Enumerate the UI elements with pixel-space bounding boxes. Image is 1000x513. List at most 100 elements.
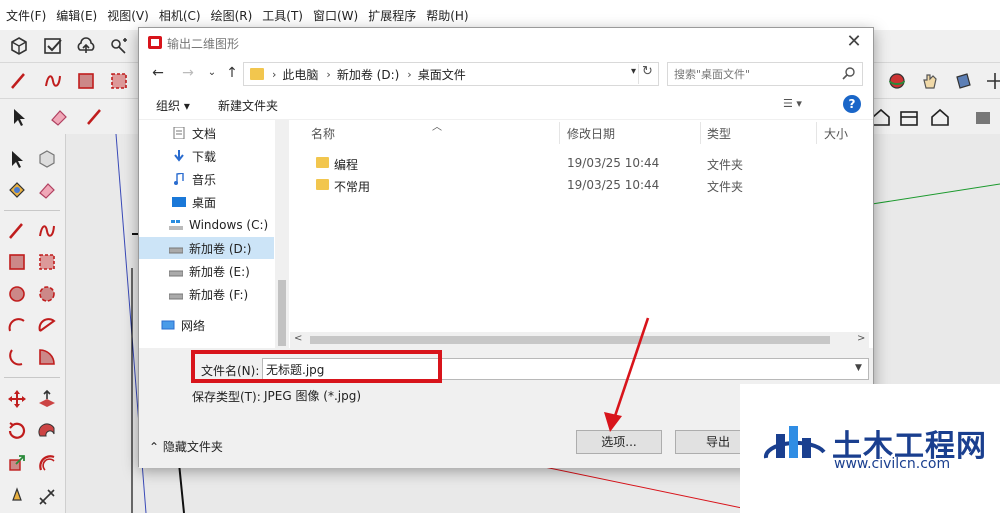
cloud-upload-icon[interactable]	[73, 33, 99, 59]
watermark: 土木工程网 www.civilcn.com	[740, 384, 1000, 513]
house-back-icon[interactable]	[927, 104, 953, 130]
scroll-left-icon[interactable]: <	[294, 333, 302, 344]
orbit-icon[interactable]	[884, 68, 910, 94]
menu-help[interactable]: 帮助(H)	[422, 7, 474, 24]
menu-edit[interactable]: 编辑(E)	[52, 7, 103, 24]
model-info-icon[interactable]	[6, 33, 32, 59]
menu-camera[interactable]: 相机(C)	[155, 7, 207, 24]
move-icon[interactable]	[4, 386, 30, 412]
pencil-icon[interactable]	[6, 68, 32, 94]
menu-file[interactable]: 文件(F)	[2, 7, 52, 24]
menu-extensions[interactable]: 扩展程序	[364, 7, 422, 24]
dimension-icon[interactable]	[34, 484, 60, 510]
view-options-icon[interactable]: ☰ ▾	[783, 97, 802, 110]
menu-tools[interactable]: 工具(T)	[258, 7, 309, 24]
checklist-icon[interactable]	[40, 33, 66, 59]
file-name: 不常用	[334, 180, 371, 194]
nav-item-drive-f[interactable]: 新加卷 (F:)	[139, 283, 274, 305]
line-tool-icon[interactable]	[82, 104, 108, 130]
column-header-type[interactable]: 类型	[707, 125, 731, 142]
three-point-arc-icon[interactable]	[4, 344, 30, 370]
horizontal-scrollbar-thumb[interactable]	[310, 336, 830, 344]
column-divider[interactable]	[816, 122, 817, 144]
breadcrumb-this-pc[interactable]: 此电脑	[282, 66, 318, 83]
recent-chevron-down-icon[interactable]: ⌄	[203, 64, 221, 82]
pie-icon[interactable]	[34, 344, 60, 370]
share-icon[interactable]	[106, 33, 132, 59]
nav-scrollbar-thumb[interactable]	[278, 280, 286, 346]
follow-me-icon[interactable]	[34, 418, 60, 444]
dialog-title: 输出二维图形	[167, 37, 240, 51]
document-icon	[173, 127, 185, 139]
pan-icon[interactable]	[917, 68, 943, 94]
freehand-icon[interactable]	[40, 68, 66, 94]
new-folder-button[interactable]: 新建文件夹	[218, 97, 278, 114]
column-header-size[interactable]: 大小	[824, 125, 848, 142]
menu-draw[interactable]: 绘图(R)	[207, 7, 259, 24]
component-icon[interactable]	[34, 146, 60, 172]
column-divider[interactable]	[700, 122, 701, 144]
offset-icon[interactable]	[34, 450, 60, 476]
rectangle-tool-icon[interactable]	[4, 249, 30, 275]
search-icon[interactable]	[842, 66, 856, 80]
iso-view-icon[interactable]	[970, 104, 996, 130]
up-icon[interactable]: ↑	[223, 64, 241, 82]
line-icon[interactable]	[4, 218, 30, 244]
nav-item-drive-d[interactable]: 新加卷 (D:)	[139, 237, 274, 259]
select-arrow-icon[interactable]	[6, 104, 32, 130]
select-icon[interactable]	[4, 146, 30, 172]
horizontal-scrollbar[interactable]: < >	[290, 332, 869, 348]
hide-folders-toggle[interactable]: ⌃ 隐藏文件夹	[149, 438, 223, 455]
file-row[interactable]: 不常用 19/03/25 10:44 文件夹	[290, 174, 860, 196]
forward-icon[interactable]: →	[179, 64, 197, 82]
address-dropdown-icon[interactable]: ▾	[631, 66, 636, 77]
nav-item-documents[interactable]: 文档	[139, 122, 274, 144]
freehand-tool-icon[interactable]	[34, 218, 60, 244]
help-icon[interactable]: ?	[843, 95, 861, 113]
polygon-icon[interactable]	[34, 281, 60, 307]
menu-view[interactable]: 视图(V)	[103, 7, 155, 24]
menu-window[interactable]: 窗口(W)	[309, 7, 364, 24]
column-header-name[interactable]: 名称	[311, 125, 335, 142]
nav-item-desktop[interactable]: 桌面	[139, 191, 274, 213]
two-point-arc-icon[interactable]	[34, 312, 60, 338]
nav-scrollbar[interactable]	[275, 120, 289, 348]
address-bar[interactable]: › 此电脑 › 新加卷 (D:) › 桌面文件 ▾ ↻	[243, 62, 659, 86]
circle-icon[interactable]	[4, 281, 30, 307]
nav-item-music[interactable]: 音乐	[139, 168, 274, 190]
nav-item-drive-c[interactable]: Windows (C:)	[139, 214, 274, 236]
breadcrumb-drive-d[interactable]: 新加卷 (D:)	[337, 66, 399, 83]
arc-icon[interactable]	[4, 312, 30, 338]
organize-button[interactable]: 组织 ▾	[156, 97, 190, 114]
nav-item-drive-e[interactable]: 新加卷 (E:)	[139, 260, 274, 282]
rotated-rect-tool-icon[interactable]	[34, 249, 60, 275]
scale-icon[interactable]	[4, 450, 30, 476]
close-button[interactable]: ✕	[843, 32, 865, 54]
paint-bucket-icon[interactable]	[4, 177, 30, 203]
nav-label: 音乐	[192, 172, 217, 187]
zoom-extents-icon[interactable]	[982, 68, 1000, 94]
nav-label: 新加卷 (D:)	[189, 241, 252, 256]
zoom-window-icon[interactable]	[950, 68, 976, 94]
eraser-icon[interactable]	[46, 104, 72, 130]
nav-item-network[interactable]: 网络	[139, 314, 274, 336]
file-row[interactable]: 编程 19/03/25 10:44 文件夹	[290, 152, 860, 174]
filename-dropdown-icon[interactable]: ▼	[855, 363, 862, 373]
search-input[interactable]	[674, 66, 834, 82]
rotated-rectangle-icon[interactable]	[106, 68, 132, 94]
tape-measure-icon[interactable]	[4, 484, 30, 510]
column-header-date[interactable]: 修改日期	[567, 125, 615, 142]
options-button[interactable]: 选项...	[576, 430, 662, 454]
column-divider[interactable]	[559, 122, 560, 144]
eraser-tool-icon[interactable]	[34, 177, 60, 203]
scroll-right-icon[interactable]: >	[857, 333, 865, 344]
rotate-icon[interactable]	[4, 418, 30, 444]
rectangle-icon[interactable]	[73, 68, 99, 94]
back-icon[interactable]: ←	[149, 64, 167, 82]
refresh-icon[interactable]: ↻	[638, 64, 656, 84]
nav-item-downloads[interactable]: 下载	[139, 145, 274, 167]
push-pull-icon[interactable]	[34, 386, 60, 412]
search-box	[667, 62, 863, 86]
breadcrumb-desktop-files[interactable]: 桌面文件	[418, 66, 466, 83]
house-side-icon[interactable]	[896, 104, 922, 130]
